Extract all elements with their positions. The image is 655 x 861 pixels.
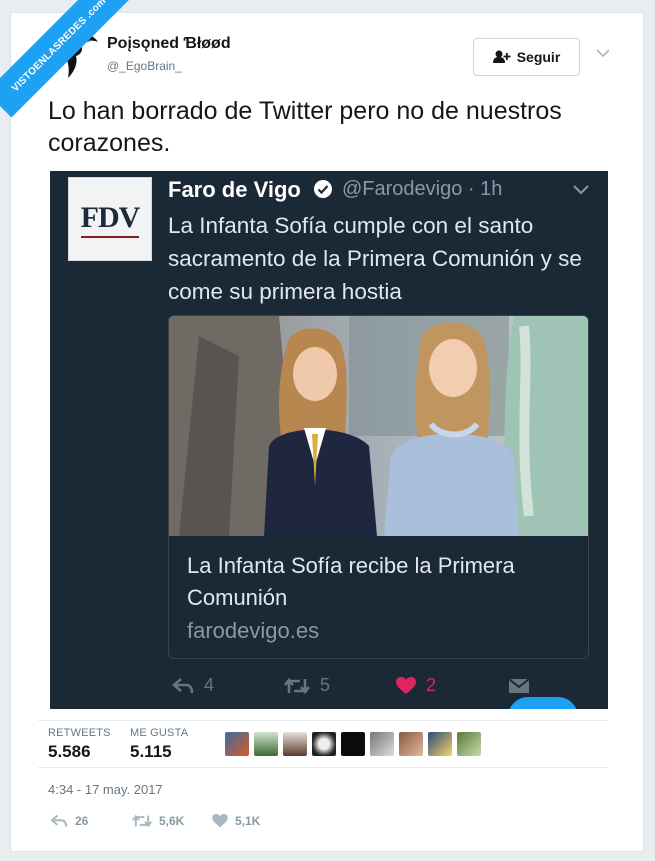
liker-avatar[interactable]: [312, 732, 336, 756]
like-button[interactable]: 5,1K: [212, 814, 260, 828]
link-card-domain: farodevigo.es: [187, 618, 320, 643]
likes-label: ME GUSTA: [130, 727, 189, 739]
liker-avatar[interactable]: [283, 732, 307, 756]
follow-button[interactable]: Seguir: [473, 38, 580, 76]
author-handle[interactable]: @_EgoBrain_: [107, 59, 182, 73]
retweet-button[interactable]: 5,6K: [132, 814, 184, 828]
embedded-reply: 4: [172, 675, 214, 696]
embedded-retweet: 5: [284, 675, 330, 696]
heart-icon: [396, 676, 416, 694]
liker-avatar[interactable]: [457, 732, 481, 756]
tweet-stats: RETWEETS 5.586 ME GUSTA 5.115: [38, 720, 608, 768]
liker-avatar[interactable]: [370, 732, 394, 756]
reply-icon: [50, 814, 68, 827]
author-name[interactable]: Poįsǫned Ɓłøød: [107, 35, 231, 53]
likes-count[interactable]: 5.115: [130, 742, 172, 762]
reply-button[interactable]: 26: [50, 814, 88, 828]
reply-icon: [172, 677, 194, 693]
link-card: La Infanta Sofía recibe la Primera Comun…: [168, 315, 589, 659]
liker-avatar[interactable]: [225, 732, 249, 756]
embedded-meta: @Farodevigo · 1h: [342, 178, 503, 200]
tweet-text: Lo han borrado de Twitter pero no de nue…: [48, 97, 562, 157]
add-user-icon: [492, 50, 511, 63]
embedded-author-name: Faro de Vigo: [168, 177, 301, 202]
chevron-down-icon[interactable]: [596, 48, 610, 58]
compose-button-fragment: [508, 697, 578, 709]
embedded-chevron-down-icon: [573, 185, 589, 195]
embedded-like: 2: [396, 675, 436, 696]
heart-icon: [212, 814, 228, 828]
follow-button-label: Seguir: [516, 49, 561, 65]
faro-de-vigo-logo: FDV: [68, 177, 152, 261]
liker-avatar[interactable]: [428, 732, 452, 756]
retweet-icon: [284, 677, 310, 694]
photo-two-girls: [169, 316, 588, 536]
tweet-actions: 26 5,6K 5,1K: [48, 814, 348, 834]
liker-avatar[interactable]: [399, 732, 423, 756]
embedded-tweet-screenshot: FDV Faro de Vigo @Farodevigo · 1h La Inf…: [50, 171, 608, 709]
verified-badge-icon: [314, 180, 332, 198]
link-card-title: La Infanta Sofía recibe la Primera Comun…: [187, 553, 515, 610]
message-icon: [508, 678, 530, 693]
retweet-icon: [132, 814, 152, 828]
embedded-tweet-text: La Infanta Sofía cumple con el santo sac…: [168, 213, 582, 304]
likers-avatars: [225, 732, 481, 756]
retweets-count[interactable]: 5.586: [48, 742, 91, 762]
tweet-timestamp[interactable]: 4:34 - 17 may. 2017: [48, 782, 163, 797]
retweets-label: RETWEETS: [48, 727, 111, 739]
liker-avatar[interactable]: [254, 732, 278, 756]
liker-avatar[interactable]: [341, 732, 365, 756]
